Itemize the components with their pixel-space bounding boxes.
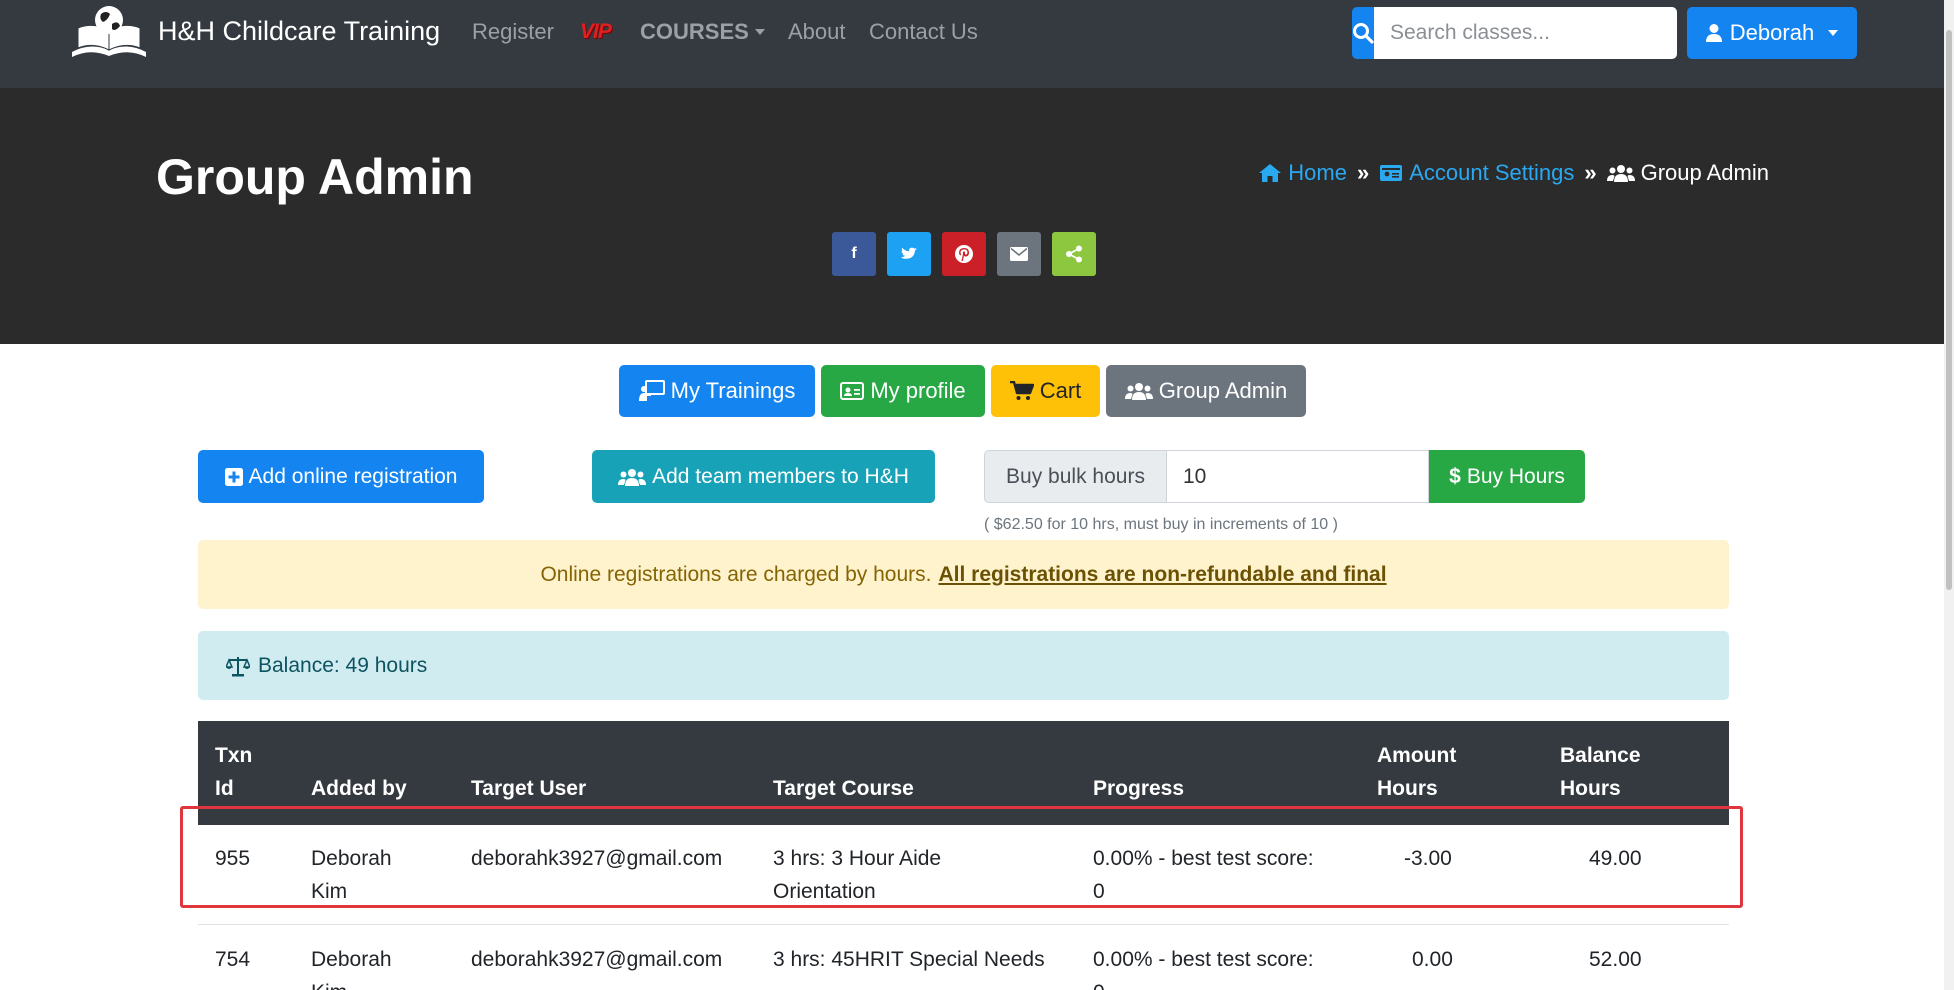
twitter-share-button[interactable]	[887, 232, 931, 276]
cell-balance-hours: 52.00	[1589, 948, 1642, 971]
page-title: Group Admin	[156, 149, 474, 205]
breadcrumb-home-label: Home	[1288, 160, 1347, 185]
id-card-icon	[1380, 165, 1403, 181]
refund-policy-link[interactable]: All registrations are non-refundable and…	[938, 563, 1386, 587]
buy-bulk-hours-label: Buy bulk hours	[984, 450, 1167, 503]
tab-my-profile[interactable]: My profile	[821, 365, 985, 417]
header-txn-id: Txn Id	[215, 744, 253, 800]
cell-target-user: deborahk3927@gmail.com	[471, 948, 723, 971]
tab-group-admin[interactable]: Group Admin	[1106, 365, 1306, 417]
buy-bulk-hours-form: Buy bulk hours $ Buy Hours	[984, 450, 1585, 503]
tab-cart-label: Cart	[1039, 378, 1082, 403]
add-team-members-label: Add team members to H&H	[652, 464, 909, 488]
row-divider	[198, 924, 1729, 925]
nav-about-link[interactable]: About	[788, 19, 846, 45]
envelope-icon	[1010, 247, 1028, 261]
users-icon	[1606, 165, 1635, 182]
add-team-members-button[interactable]: Add team members to H&H	[592, 450, 935, 503]
page-header: Group Admin Home » Account Settings » Gr…	[0, 88, 1944, 344]
header-added-by: Added by	[311, 777, 407, 800]
balance-alert: Balance: 49 hours	[198, 631, 1729, 700]
double-chevron-right-icon: »	[1584, 160, 1597, 185]
breadcrumb-account-link[interactable]: Account Settings	[1379, 160, 1574, 186]
nav-courses-label: COURSES	[640, 19, 749, 44]
add-online-registration-button[interactable]: Add online registration	[198, 450, 484, 503]
user-menu-button[interactable]: Deborah	[1687, 7, 1857, 59]
buy-hours-label: Buy Hours	[1466, 464, 1565, 488]
plus-square-icon	[224, 467, 243, 486]
tab-group-admin-label: Group Admin	[1158, 378, 1288, 403]
pinterest-share-button[interactable]	[942, 232, 986, 276]
top-navbar: H&H Childcare Training Register VIP COUR…	[0, 0, 1944, 88]
search-input[interactable]	[1374, 7, 1677, 59]
buy-hours-button[interactable]: $ Buy Hours	[1429, 450, 1585, 503]
breadcrumb-home-link[interactable]: Home	[1258, 160, 1347, 186]
id-card-icon	[840, 382, 865, 400]
user-name: Deborah	[1729, 20, 1815, 45]
globe-book-logo-icon	[72, 6, 146, 57]
scrollbar-thumb[interactable]	[1946, 30, 1952, 590]
chevron-down-icon	[754, 29, 765, 35]
facebook-share-button[interactable]: f	[832, 232, 876, 276]
dollar-icon: $	[1449, 464, 1461, 488]
breadcrumb-current: Group Admin	[1606, 160, 1769, 186]
tab-cart[interactable]: Cart	[991, 365, 1100, 417]
shopping-cart-icon	[1009, 381, 1034, 400]
highlight-box	[180, 806, 1743, 908]
tab-my-trainings-label: My Trainings	[670, 378, 796, 403]
cell-target-course: 3 hrs: 45HRIT Special Needs	[773, 948, 1045, 971]
header-progress: Progress	[1093, 777, 1185, 800]
tab-my-profile-label: My profile	[870, 378, 966, 403]
bulk-hours-input[interactable]	[1167, 450, 1429, 503]
brand-name: H&H Childcare Training	[158, 15, 441, 46]
chalkboard-teacher-icon	[638, 380, 665, 401]
brand-link[interactable]: H&H Childcare Training	[68, 2, 440, 60]
header-target-course: Target Course	[773, 777, 914, 800]
header-balance-hours: Balance Hours	[1560, 744, 1641, 800]
cell-added-by: DeborahKim	[311, 948, 392, 990]
breadcrumb-current-label: Group Admin	[1640, 160, 1769, 185]
breadcrumb: Home » Account Settings » Group Admin	[1258, 160, 1769, 186]
users-icon	[1124, 383, 1153, 400]
search-form	[1352, 7, 1677, 59]
double-chevron-right-icon: »	[1356, 160, 1370, 185]
search-button[interactable]	[1352, 7, 1374, 59]
bulk-hours-hint: ( $62.50 for 10 hrs, must buy in increme…	[984, 516, 1338, 533]
add-online-registration-label: Add online registration	[248, 464, 458, 488]
twitter-icon	[901, 247, 917, 259]
home-icon	[1259, 164, 1282, 182]
scrollbar[interactable]	[1944, 0, 1954, 990]
users-icon	[618, 468, 647, 486]
facebook-icon: f	[851, 245, 857, 262]
refund-policy-alert: Online registrations are charged by hour…	[198, 540, 1729, 609]
nav-register-link[interactable]: Register	[472, 19, 554, 45]
user-icon	[1705, 24, 1722, 42]
header-amount-hours: Amount Hours	[1377, 744, 1457, 800]
tab-my-trainings[interactable]: My Trainings	[619, 365, 815, 417]
refund-policy-text: Online registrations are charged by hour…	[540, 562, 932, 586]
nav-courses-dropdown[interactable]: COURSES	[640, 19, 765, 45]
email-share-button[interactable]	[997, 232, 1041, 276]
breadcrumb-account-label: Account Settings	[1409, 160, 1575, 185]
cell-amount-hours: 0.00	[1412, 948, 1453, 971]
pinterest-icon	[955, 245, 973, 263]
header-target-user: Target User	[471, 777, 587, 800]
chevron-down-icon	[1828, 30, 1839, 36]
cell-progress: 0.00% - best test score:0	[1093, 948, 1314, 990]
account-tabs: My Trainings My profile Cart Group Admin	[619, 365, 1306, 417]
nav-contact-link[interactable]: Contact Us	[869, 19, 978, 45]
balance-text: Balance: 49 hours	[258, 653, 428, 677]
share-buttons: f	[832, 232, 1096, 276]
share-button[interactable]	[1052, 232, 1096, 276]
share-icon	[1066, 245, 1082, 263]
cell-txn-id: 754	[215, 948, 251, 971]
balance-scale-icon	[226, 656, 250, 676]
nav-vip-link[interactable]: VIP	[580, 20, 612, 44]
search-icon	[1353, 23, 1374, 44]
